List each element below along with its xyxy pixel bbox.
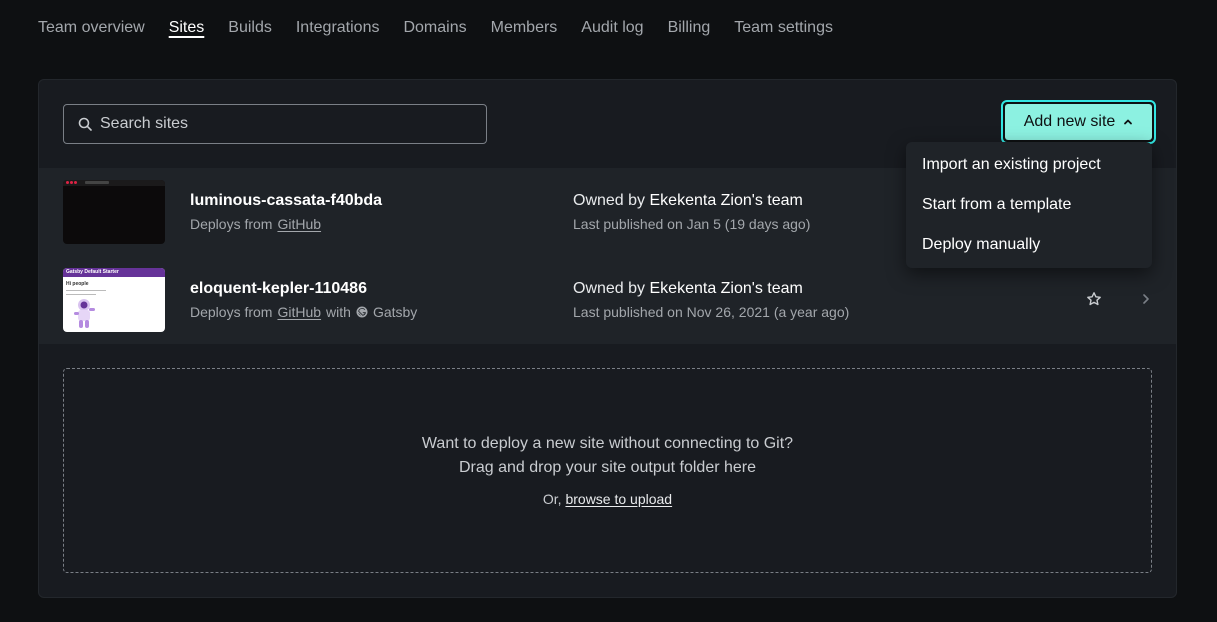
add-new-site-button-face[interactable]: Add new site <box>1005 104 1152 140</box>
menu-item-deploy-manually[interactable]: Deploy manually <box>906 230 1152 270</box>
site-thumbnail: Gatsby Default Starter Hi people <box>63 268 165 332</box>
dropzone-heading: Want to deploy a new site without connec… <box>421 435 794 452</box>
or-label: Or, <box>542 491 562 507</box>
github-link[interactable]: GitHub <box>277 216 321 232</box>
add-site-menu: Import an existing project Start from a … <box>906 142 1152 268</box>
chevron-right-icon[interactable] <box>1140 293 1152 305</box>
site-name[interactable]: eloquent-kepler-110486 <box>190 280 367 298</box>
last-published: Last published on Nov 26, 2021 (a year a… <box>573 304 850 320</box>
tab-members[interactable]: Members <box>491 17 558 39</box>
deploys-from-label: Deploys from <box>190 216 273 232</box>
site-owner: Owned by Ekekenta Zion's team <box>573 280 803 298</box>
astronaut-illustration <box>74 299 95 328</box>
tab-integrations[interactable]: Integrations <box>296 17 380 39</box>
tab-billing[interactable]: Billing <box>668 17 711 39</box>
drag-drop-zone[interactable]: Want to deploy a new site without connec… <box>63 368 1152 573</box>
thumb-greeting: Hi people <box>66 281 89 287</box>
menu-item-import-project[interactable]: Import an existing project <box>906 150 1152 190</box>
search-input[interactable] <box>100 115 460 133</box>
deploy-source: Deploys from GitHub with Gatsby <box>190 304 417 320</box>
tab-builds[interactable]: Builds <box>228 17 272 39</box>
browse-to-upload-link[interactable]: browse to upload <box>565 491 672 507</box>
search-box[interactable] <box>63 104 487 144</box>
tab-team-overview[interactable]: Team overview <box>38 17 145 39</box>
github-link[interactable]: GitHub <box>277 304 321 320</box>
dropzone-upload-line: Or, browse to upload <box>64 491 1151 507</box>
thumb-text-line <box>66 294 96 295</box>
site-name[interactable]: luminous-cassata-f40bda <box>190 192 382 210</box>
add-new-site-button[interactable]: Add new site <box>1001 100 1156 144</box>
with-label: with <box>326 304 351 320</box>
tab-team-settings[interactable]: Team settings <box>734 17 833 39</box>
menu-item-start-from-template[interactable]: Start from a template <box>906 190 1152 230</box>
site-owner: Owned by Ekekenta Zion's team <box>573 192 803 210</box>
thumb-window-dots <box>66 181 77 184</box>
thumb-url-bar <box>85 181 109 184</box>
deploy-source: Deploys from GitHub <box>190 216 321 232</box>
thumb-text-line <box>66 290 106 291</box>
team-name: Ekekenta Zion's team <box>649 192 803 209</box>
search-icon <box>78 117 92 131</box>
last-published: Last published on Jan 5 (19 days ago) <box>573 216 811 232</box>
gatsby-icon <box>356 306 368 318</box>
deploys-from-label: Deploys from <box>190 304 273 320</box>
dropzone-instructions: Drag and drop your site output folder he… <box>458 459 757 476</box>
site-thumbnail <box>63 180 165 244</box>
star-icon[interactable] <box>1086 291 1102 307</box>
owned-by-label: Owned by <box>573 280 646 297</box>
team-nav: Team overview Sites Builds Integrations … <box>38 16 833 40</box>
team-name: Ekekenta Zion's team <box>649 280 803 297</box>
tab-domains[interactable]: Domains <box>403 17 466 39</box>
tab-sites[interactable]: Sites <box>169 17 205 39</box>
framework-label: Gatsby <box>372 304 418 320</box>
chevron-up-icon <box>1123 117 1133 127</box>
add-new-site-label: Add new site <box>1023 113 1116 130</box>
tab-audit-log[interactable]: Audit log <box>581 17 643 39</box>
owned-by-label: Owned by <box>573 192 646 209</box>
thumb-browser-bar <box>63 180 165 186</box>
thumb-header: Gatsby Default Starter <box>63 268 165 277</box>
